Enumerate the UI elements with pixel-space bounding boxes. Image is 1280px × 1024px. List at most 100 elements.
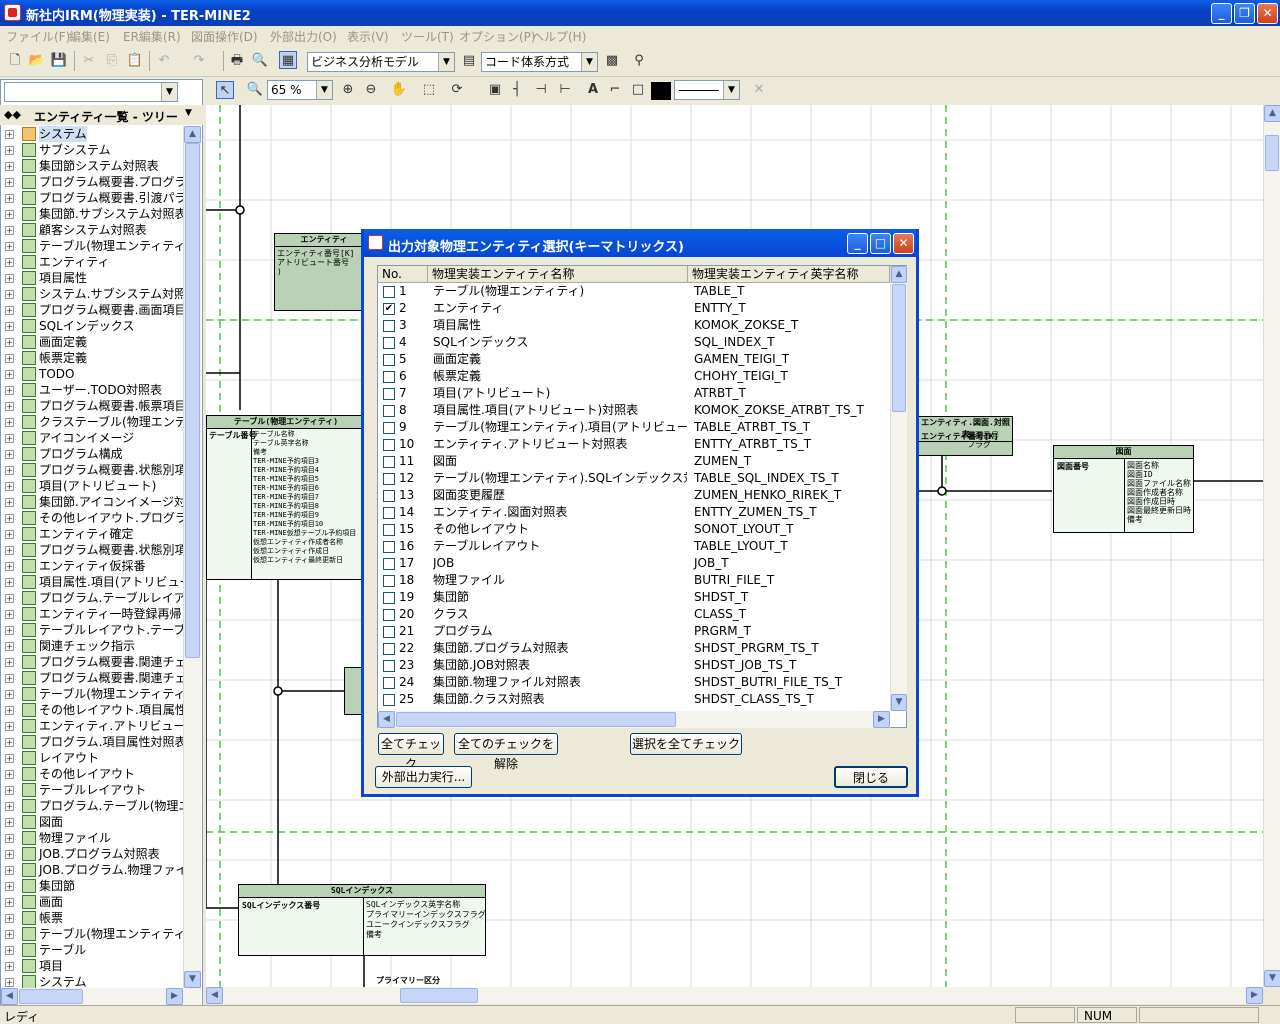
hscroll-thumb[interactable] (396, 712, 676, 727)
expand-icon[interactable]: + (5, 514, 14, 523)
open-icon[interactable]: 📂 (28, 52, 46, 70)
tree-item[interactable]: + 集団節.サブシステム対照表 (1, 206, 184, 222)
scroll-thumb[interactable] (892, 284, 906, 412)
tree-item[interactable]: + 物理ファイル (1, 830, 184, 846)
expand-icon[interactable]: + (5, 178, 14, 187)
row-checkbox[interactable] (383, 507, 395, 519)
tree-item[interactable]: + TODO (1, 366, 184, 382)
scroll-up-icon[interactable]: ▲ (891, 266, 907, 283)
entity-list-icon[interactable]: ▦ (279, 51, 297, 69)
table-row[interactable]: 21 プログラム PRGRM_T (378, 623, 890, 640)
menu-er-edit[interactable]: ER編集(R) (123, 28, 181, 45)
table-row[interactable]: 8 項目属性.項目(アトリビュート)対照表 KOMOK_ZOKSE_ATRBT_TS… (378, 402, 890, 419)
expand-icon[interactable]: + (5, 210, 14, 219)
tree-item[interactable]: + レイアウト (1, 750, 184, 766)
grid-vscrollbar[interactable]: ▲ ▼ (890, 266, 907, 711)
canvas-vscrollbar[interactable]: ▲ ▼ (1263, 105, 1280, 987)
tree-item[interactable]: + 画面定義 (1, 334, 184, 350)
export-button[interactable]: 外部出力実行... (375, 766, 472, 788)
tree-item[interactable]: + 集団節 (1, 878, 184, 894)
tree-item[interactable]: + テーブルレイアウト.テーブル(物理 (1, 622, 184, 638)
expand-icon[interactable]: + (5, 738, 14, 747)
row-checkbox[interactable] (383, 439, 395, 451)
tree-item[interactable]: + その他レイアウト (1, 766, 184, 782)
tree-item[interactable]: + プログラム.テーブルレイアウト対 (1, 590, 184, 606)
row-checkbox[interactable] (383, 456, 395, 468)
rect-tool-icon[interactable]: □ (629, 81, 647, 99)
expand-icon[interactable]: + (5, 162, 14, 171)
expand-icon[interactable]: + (5, 674, 14, 683)
menu-export[interactable]: 外部出力(O) (270, 28, 337, 45)
zoom-icon[interactable]: 🔍 (246, 81, 264, 99)
expand-icon[interactable]: + (5, 930, 14, 939)
tree-item[interactable]: + 画面 (1, 894, 184, 910)
relation-tool-icon[interactable]: ┤ (508, 81, 526, 99)
tree-item[interactable]: + アイコンイメージ (1, 430, 184, 446)
tree-item[interactable]: + プログラム概要書.プログラムアクション (1, 174, 184, 190)
expand-icon[interactable]: + (5, 882, 14, 891)
expand-icon[interactable]: + (5, 898, 14, 907)
table-row[interactable]: 17 JOB JOB_T (378, 555, 890, 572)
print-icon[interactable]: 🖶 (228, 52, 246, 70)
row-checkbox[interactable] (383, 677, 395, 689)
tree-item[interactable]: + JOB.プログラム.物理ファイル対 (1, 862, 184, 878)
redo-icon[interactable]: ↷ (190, 52, 208, 70)
table-row[interactable]: 6 帳票定義 CHOHY_TEIGI_T (378, 368, 890, 385)
tree-item[interactable]: + 項目属性.項目(アトリビュート)対 (1, 574, 184, 590)
tree-item[interactable]: + 集団節.アイコンイメージ対照表 (1, 494, 184, 510)
expand-icon[interactable]: + (5, 482, 14, 491)
expand-icon[interactable]: + (5, 770, 14, 779)
expand-icon[interactable]: + (5, 242, 14, 251)
table-row[interactable]: 23 集団節.JOB対照表 SHDST_JOB_TS_T (378, 657, 890, 674)
tree-item[interactable]: + プログラム概要書.帳票項目印 (1, 398, 184, 414)
table-row[interactable]: 20 クラス CLASS_T (378, 606, 890, 623)
row-checkbox[interactable] (383, 575, 395, 587)
row-checkbox[interactable] (383, 473, 395, 485)
tree-item[interactable]: + 帳票定義 (1, 350, 184, 366)
dialog-maximize-button[interactable]: □ (870, 233, 891, 254)
save-icon[interactable]: 💾 (50, 52, 68, 70)
table-row[interactable]: 5 画面定義 GAMEN_TEIGI_T (378, 351, 890, 368)
new-icon[interactable]: 🗋 (6, 52, 24, 70)
expand-icon[interactable]: + (5, 914, 14, 923)
scroll-left-icon[interactable]: ◀ (206, 987, 223, 1004)
table-row[interactable]: 1 テーブル(物理エンティティ) TABLE_T (378, 283, 890, 300)
tree-item[interactable]: + SQLインデックス (1, 318, 184, 334)
tree-item[interactable]: + プログラム.テーブル(物理エンティ (1, 798, 184, 814)
table-row[interactable]: 14 エンティティ.図面対照表 ENTTY_ZUMEN_TS_T (378, 504, 890, 521)
tree-item[interactable]: + プログラム概要書.状態別項目 (1, 462, 184, 478)
tree-item[interactable]: + プログラム概要書.関連チェック対 (1, 670, 184, 686)
table-row[interactable]: 3 項目属性 KOMOK_ZOKSE_T (378, 317, 890, 334)
scroll-right-icon[interactable]: ▶ (166, 988, 183, 1005)
tree-item[interactable]: + プログラム概要書.画面項目表 (1, 302, 184, 318)
color-swatch[interactable] (651, 82, 671, 100)
tree-item[interactable]: + プログラム概要書.引渡パラメータ (1, 190, 184, 206)
expand-icon[interactable]: + (5, 818, 14, 827)
menu-tools[interactable]: ツール(T) (401, 28, 454, 45)
refresh-icon[interactable]: ⟳ (448, 81, 466, 99)
table-row[interactable]: 13 図面変更履歴 ZUMEN_HENKO_RIREK_T (378, 487, 890, 504)
expand-icon[interactable]: + (5, 466, 14, 475)
nav-arrows-icon[interactable]: ◆◆ (4, 108, 21, 121)
table-row[interactable]: 9 テーブル(物理エンティティ).項目(アトリビュート)対照... TABLE_AT… (378, 419, 890, 436)
expand-icon[interactable]: + (5, 530, 14, 539)
row-checkbox[interactable] (383, 541, 395, 553)
scroll-right-icon[interactable]: ▶ (1246, 987, 1263, 1004)
expand-icon[interactable]: + (5, 594, 14, 603)
close-dialog-button[interactable]: 閉じる (834, 766, 908, 788)
tree-item[interactable]: + テーブルレイアウト (1, 782, 184, 798)
tree-hscrollbar[interactable]: ◀ ▶ (1, 988, 201, 1005)
model-select[interactable]: ビジネス分析モデル ▼ (307, 52, 455, 72)
tree-filter-select[interactable]: ▼ (4, 82, 178, 102)
table-row[interactable]: 7 項目(アトリビュート) ATRBT_T (378, 385, 890, 402)
row-checkbox[interactable] (383, 337, 395, 349)
expand-icon[interactable]: + (5, 450, 14, 459)
paste-icon[interactable]: 📋 (126, 52, 144, 70)
tree-item[interactable]: + エンティティ.アトリビュート対照表 (1, 718, 184, 734)
pointer-icon[interactable]: ↖ (216, 81, 234, 99)
expand-icon[interactable]: + (5, 258, 14, 267)
entity-box-sql-index[interactable]: SQLインデックス SQLインデックス番号 SQLインデックス英字名称 プライマ… (238, 884, 486, 956)
uncheck-all-button[interactable]: 全てのチェックを解除 (454, 733, 558, 771)
tree-item[interactable]: + プログラム.項目属性対照表 (1, 734, 184, 750)
expand-icon[interactable]: + (5, 850, 14, 859)
